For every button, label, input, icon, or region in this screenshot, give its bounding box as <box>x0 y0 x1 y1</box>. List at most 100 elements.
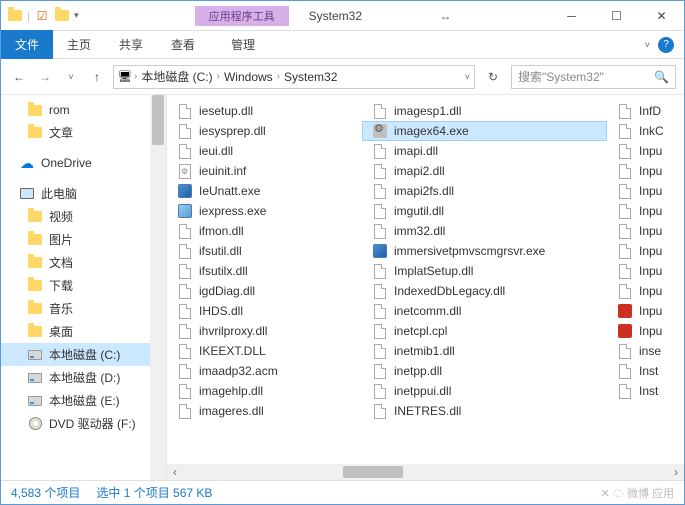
sidebar-item-drive-e[interactable]: 本地磁盘 (E:) <box>1 389 166 412</box>
scroll-right-icon[interactable]: › <box>668 464 684 480</box>
file-item[interactable]: IeUnatt.exe <box>167 181 362 201</box>
file-type-icon <box>617 183 633 199</box>
file-item[interactable]: imapi2fs.dll <box>362 181 607 201</box>
new-folder-icon[interactable] <box>54 8 70 24</box>
sidebar-scrollbar[interactable] <box>150 95 166 480</box>
file-item[interactable]: imapi.dll <box>362 141 607 161</box>
close-button[interactable]: ✕ <box>639 1 684 31</box>
sidebar-item-pictures[interactable]: 图片 <box>1 228 166 251</box>
sidebar-item-dvd[interactable]: DVD 驱动器 (F:) <box>1 412 166 435</box>
sidebar-item-drive-c[interactable]: 本地磁盘 (C:) <box>1 343 166 366</box>
file-item[interactable]: InkC <box>607 121 657 141</box>
file-item[interactable]: imagesp1.dll <box>362 101 607 121</box>
breadcrumb-drive[interactable]: 本地磁盘 (C:) <box>139 68 214 85</box>
qat-dropdown[interactable]: ▾ <box>74 10 79 21</box>
file-item[interactable]: igdDiag.dll <box>167 281 362 301</box>
address-dropdown-icon[interactable]: ˅ <box>465 72 470 82</box>
scrollbar-thumb[interactable] <box>152 95 164 145</box>
file-item[interactable]: imagex64.exe <box>362 121 607 141</box>
properties-icon[interactable]: ☑ <box>34 8 50 24</box>
file-item[interactable]: ihvrilproxy.dll <box>167 321 362 341</box>
file-item[interactable]: IndexedDbLegacy.dll <box>362 281 607 301</box>
file-item[interactable]: imm32.dll <box>362 221 607 241</box>
address-bar[interactable]: 🖥 › 本地磁盘 (C:) › Windows › System32 ˅ <box>113 65 475 89</box>
chevron-icon[interactable]: › <box>134 71 137 82</box>
search-input[interactable]: 搜索"System32" 🔍 <box>511 65 676 89</box>
file-item[interactable]: ifmon.dll <box>167 221 362 241</box>
chevron-icon[interactable]: › <box>277 71 280 82</box>
file-tab[interactable]: 文件 <box>1 30 53 59</box>
breadcrumb-windows[interactable]: Windows <box>222 70 275 84</box>
file-item[interactable]: imagehlp.dll <box>167 381 362 401</box>
file-item[interactable]: imageres.dll <box>167 401 362 421</box>
horizontal-scrollbar[interactable]: ‹ › <box>167 464 684 480</box>
manage-tab[interactable]: 管理 <box>217 30 269 59</box>
sidebar-item-desktop[interactable]: 桌面 <box>1 320 166 343</box>
sidebar-item-onedrive[interactable]: ☁OneDrive <box>1 152 166 174</box>
file-item[interactable]: iesetup.dll <box>167 101 362 121</box>
file-name: imapi2fs.dll <box>394 184 454 198</box>
forward-button[interactable]: → <box>35 67 55 87</box>
view-tab[interactable]: 查看 <box>157 30 209 59</box>
sidebar-item-rom[interactable]: rom <box>1 99 166 121</box>
file-item[interactable]: Inpu <box>607 201 657 221</box>
sidebar-item-videos[interactable]: 视频 <box>1 205 166 228</box>
file-item[interactable]: IHDS.dll <box>167 301 362 321</box>
file-item[interactable]: inetcomm.dll <box>362 301 607 321</box>
sidebar-item-documents[interactable]: 文档 <box>1 251 166 274</box>
file-item[interactable]: Inpu <box>607 301 657 321</box>
up-button[interactable]: ↑ <box>87 67 107 87</box>
file-item[interactable]: Inpu <box>607 281 657 301</box>
file-item[interactable]: Inpu <box>607 141 657 161</box>
file-item[interactable]: Inpu <box>607 321 657 341</box>
chevron-icon[interactable]: › <box>217 71 220 82</box>
refresh-button[interactable]: ↻ <box>481 70 505 84</box>
file-item[interactable]: iexpress.exe <box>167 201 362 221</box>
file-item[interactable]: inse <box>607 341 657 361</box>
file-item[interactable]: inetmib1.dll <box>362 341 607 361</box>
file-item[interactable]: ieui.dll <box>167 141 362 161</box>
file-item[interactable]: immersivetpmvscmgrsvr.exe <box>362 241 607 261</box>
ribbon-context-tab[interactable]: 应用程序工具 <box>195 6 289 26</box>
file-name: imaadp32.acm <box>199 364 278 378</box>
file-item[interactable]: ImplatSetup.dll <box>362 261 607 281</box>
file-item[interactable]: Inpu <box>607 241 657 261</box>
share-tab[interactable]: 共享 <box>105 30 157 59</box>
file-item[interactable]: iesysprep.dll <box>167 121 362 141</box>
home-tab[interactable]: 主页 <box>53 30 105 59</box>
file-item[interactable]: Inpu <box>607 161 657 181</box>
sidebar-item-downloads[interactable]: 下载 <box>1 274 166 297</box>
file-item[interactable]: InfD <box>607 101 657 121</box>
file-item[interactable]: Inpu <box>607 261 657 281</box>
maximize-button[interactable]: ☐ <box>594 1 639 31</box>
breadcrumb-system32[interactable]: System32 <box>282 70 339 84</box>
scrollbar-thumb[interactable] <box>343 466 403 478</box>
file-item[interactable]: Inst <box>607 361 657 381</box>
recent-locations-button[interactable]: ˅ <box>61 67 81 87</box>
file-item[interactable]: imgutil.dll <box>362 201 607 221</box>
help-icon[interactable]: ? <box>658 37 674 53</box>
file-item[interactable]: ifsutil.dll <box>167 241 362 261</box>
file-item[interactable]: IKEEXT.DLL <box>167 341 362 361</box>
back-button[interactable]: ← <box>9 67 29 87</box>
scroll-left-icon[interactable]: ‹ <box>167 464 183 480</box>
file-item[interactable]: ieuinit.inf <box>167 161 362 181</box>
file-item[interactable]: imaadp32.acm <box>167 361 362 381</box>
file-item[interactable]: imapi2.dll <box>362 161 607 181</box>
file-item[interactable]: Inst <box>607 381 657 401</box>
file-item[interactable]: inetcpl.cpl <box>362 321 607 341</box>
ribbon-expand-icon[interactable]: ˅ <box>645 40 650 50</box>
file-item[interactable]: INETRES.dll <box>362 401 607 421</box>
search-icon[interactable]: 🔍 <box>654 70 669 84</box>
file-item[interactable]: Inpu <box>607 181 657 201</box>
file-item[interactable]: ifsutilx.dll <box>167 261 362 281</box>
sidebar-item-articles[interactable]: 文章 <box>1 121 166 144</box>
file-item[interactable]: Inpu <box>607 221 657 241</box>
sidebar-item-music[interactable]: 音乐 <box>1 297 166 320</box>
scrollbar-track[interactable] <box>183 464 668 480</box>
minimize-button[interactable]: ─ <box>549 1 594 31</box>
file-item[interactable]: inetppui.dll <box>362 381 607 401</box>
file-item[interactable]: inetpp.dll <box>362 361 607 381</box>
sidebar-item-thispc[interactable]: 此电脑 <box>1 182 166 205</box>
sidebar-item-drive-d[interactable]: 本地磁盘 (D:) <box>1 366 166 389</box>
